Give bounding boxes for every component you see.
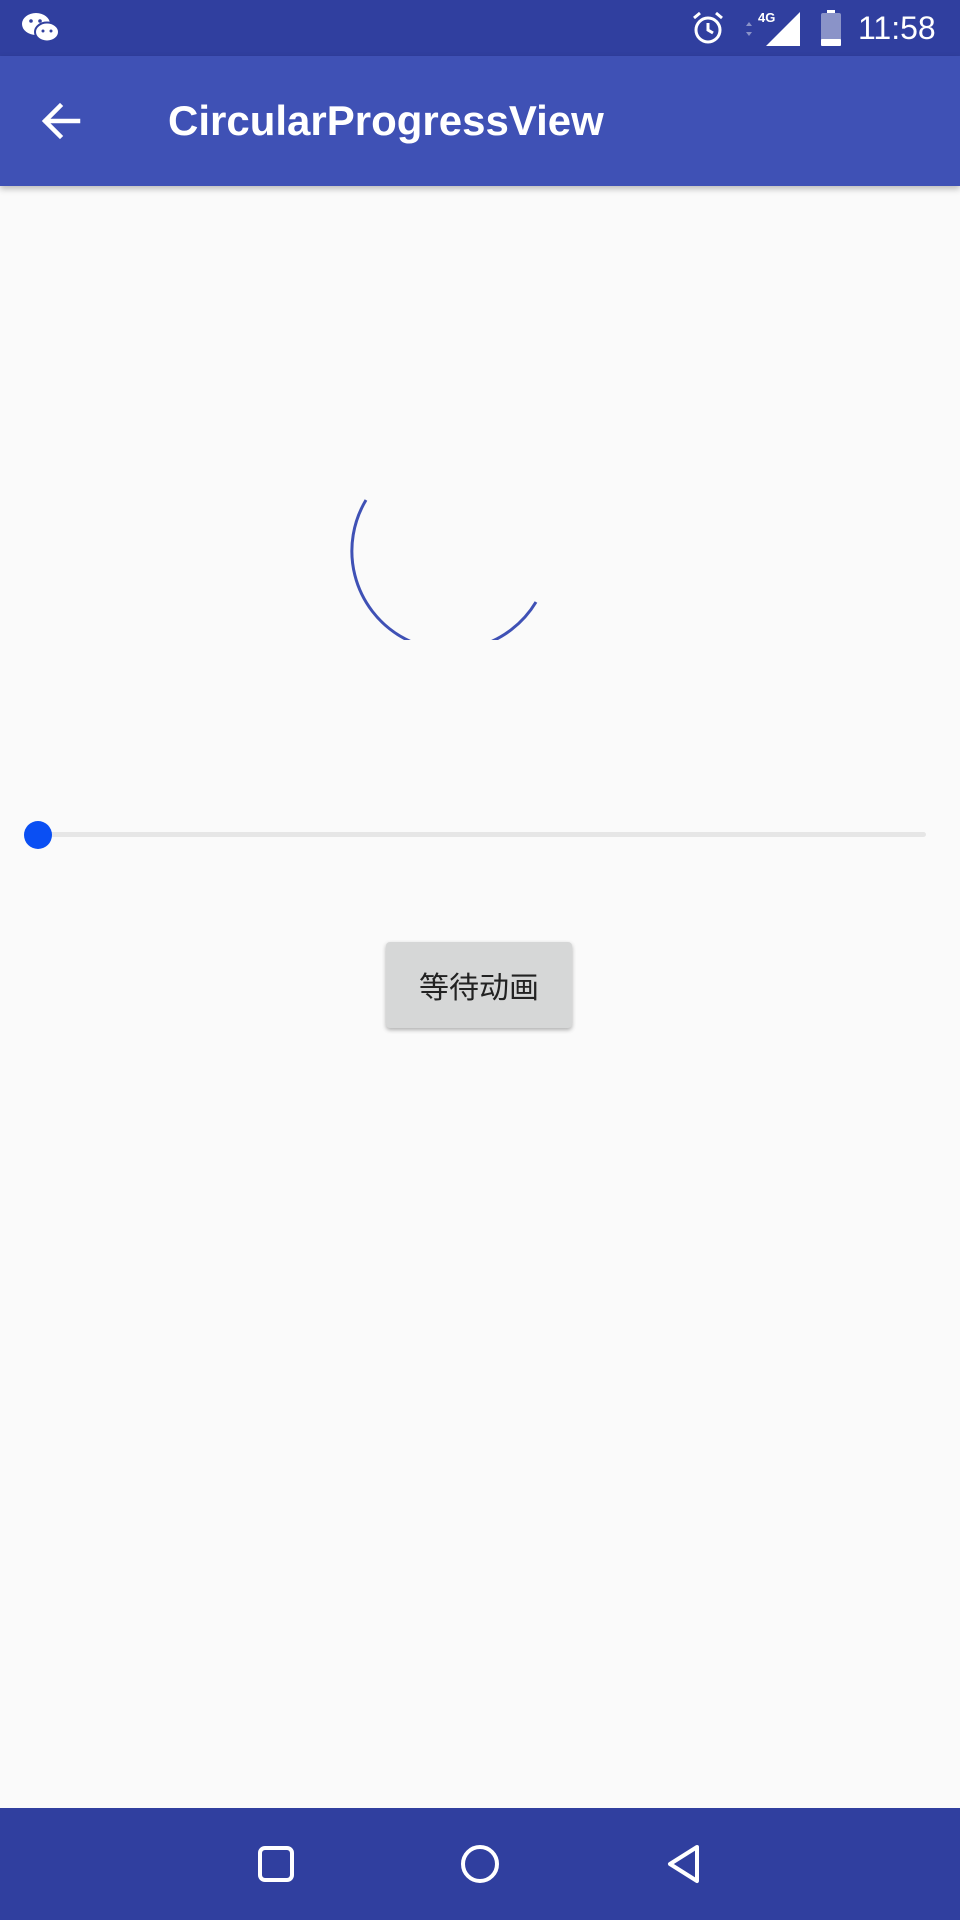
network-type-label: 4G [758, 10, 775, 25]
wait-animation-button[interactable]: 等待动画 [386, 942, 572, 1028]
app-bar: CircularProgressView [0, 56, 960, 186]
home-icon[interactable] [452, 1836, 508, 1892]
status-time: 11:58 [858, 10, 936, 46]
page-title: CircularProgressView [168, 97, 604, 144]
status-bar: 4G 11:58 [0, 0, 960, 56]
wechat-icon [22, 13, 60, 43]
back-triangle-icon[interactable] [656, 1836, 712, 1892]
seekbar-thumb[interactable] [24, 821, 52, 849]
progress-arc [350, 499, 538, 640]
seekbar-track [38, 832, 926, 837]
circular-progress-view [350, 499, 538, 640]
battery-icon [821, 10, 841, 46]
alarm-icon [693, 11, 723, 44]
navigation-bar [0, 1808, 960, 1920]
back-arrow-icon[interactable] [38, 98, 84, 144]
recents-icon[interactable] [248, 1836, 304, 1892]
signal-icon: 4G [746, 10, 800, 46]
progress-seekbar[interactable] [20, 810, 930, 860]
